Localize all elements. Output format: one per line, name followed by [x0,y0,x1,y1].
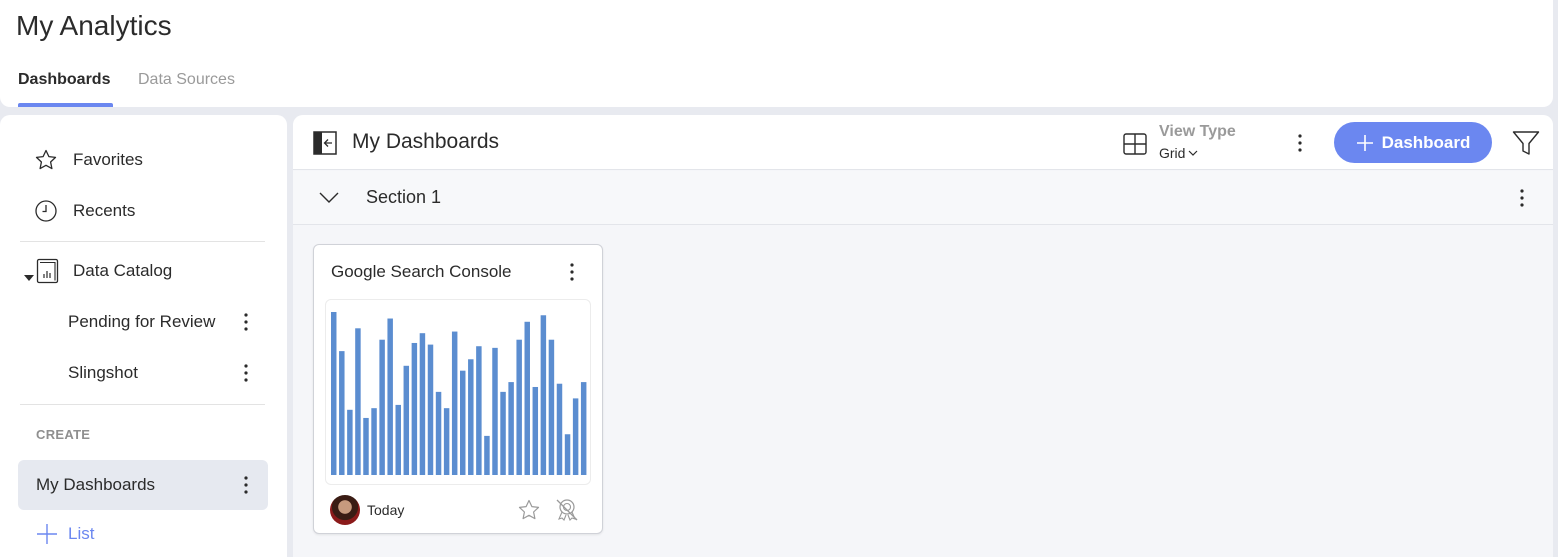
chart-bar [435,391,442,475]
active-tab-indicator [18,103,113,107]
chart-bar [379,339,385,475]
sidebar-item-my-dashboards[interactable]: My Dashboards [18,460,268,510]
filter-icon[interactable] [1512,130,1540,161]
uncertified-icon[interactable] [554,497,580,528]
collapse-sidebar-icon[interactable] [313,131,337,160]
chart-bar [443,408,450,475]
dashboard-card-title: Google Search Console [331,262,512,281]
chart-bar [484,435,490,475]
chart-bar [500,391,506,475]
card-more-options-icon[interactable] [562,260,582,284]
chart-bar [395,404,401,475]
sidebar-item-label: Pending for Review [68,312,216,331]
more-options-icon[interactable] [236,473,256,497]
tab-dashboards[interactable]: Dashboards [18,71,110,89]
chart-bar [460,370,466,475]
grid-view-icon[interactable] [1123,133,1147,160]
plus-icon [37,524,57,544]
chart-bar [411,342,418,475]
chart-bar [572,398,579,475]
chart-bar [580,382,587,475]
sidebar-item-label: Favorites [73,150,143,169]
chart-bar [451,331,458,475]
chart-bar [347,409,353,475]
page-title: My Dashboards [352,130,500,153]
more-options-icon[interactable] [236,310,256,334]
divider [20,404,265,405]
main-header: My Dashboards View Type Grid Dashboard [293,115,1553,170]
section-title: Section 1 [366,187,442,207]
dashboard-date: Today [367,502,405,518]
sidebar-item-pending-for-review[interactable]: Pending for Review [0,302,287,342]
dashboard-thumbnail [325,299,591,485]
clock-icon [34,199,58,223]
main-panel: My Dashboards View Type Grid Dashboard S… [293,115,1553,557]
caret-down-icon[interactable] [24,267,34,287]
data-catalog-icon [36,258,60,284]
sidebar-item-favorites[interactable]: Favorites [0,140,287,180]
add-dashboard-button[interactable]: Dashboard [1334,122,1492,163]
chart-bar [339,351,345,475]
sidebar-item-label: Slingshot [68,363,138,382]
chart-bar [387,318,393,475]
add-list-button[interactable]: List [36,523,94,545]
chart-bar [524,321,530,475]
more-options-icon[interactable] [236,361,256,385]
sidebar-item-label: Recents [73,201,136,220]
add-list-label: List [68,524,95,543]
tab-data-sources[interactable]: Data Sources [138,71,235,89]
app-title: My Analytics [16,10,172,41]
chart-bar [556,383,563,475]
chart-bar [403,365,410,475]
sidebar-item-slingshot[interactable]: Slingshot [0,353,287,393]
add-dashboard-label: Dashboard [1381,132,1471,152]
sidebar: Favorites Recents Data Catalog Pending f… [0,115,287,557]
chart-bar [492,347,498,475]
chart-bar [532,386,539,475]
chart-bar [564,434,571,475]
sidebar-item-label: Data Catalog [73,261,173,280]
chart-bar [468,359,474,475]
divider [20,241,265,242]
chart-bar [419,333,426,475]
section-more-options-icon[interactable] [1512,186,1532,210]
chart-bar [363,417,369,475]
chart-bar [508,382,514,475]
favorite-star-icon[interactable] [517,498,541,527]
avatar [330,495,360,525]
chart-bar [540,315,547,475]
view-type-dropdown[interactable]: Grid [1159,145,1198,161]
chart-bar [371,408,377,475]
top-bar: My Analytics Dashboards Data Sources [0,0,1553,107]
create-heading: CREATE [36,427,91,442]
chart-bar [548,339,555,475]
sidebar-item-recents[interactable]: Recents [0,191,287,231]
plus-icon [1356,134,1373,151]
view-type-value: Grid [1159,145,1186,161]
chart-bar [476,346,482,475]
sidebar-item-data-catalog[interactable]: Data Catalog [0,251,287,291]
bar-chart [331,312,587,475]
view-type-label: View Type [1159,123,1236,140]
chevron-down-icon [1189,150,1198,156]
star-icon [34,148,58,172]
chart-bar [355,328,361,475]
chart-bar [331,312,337,475]
section-header: Section 1 [293,171,1553,225]
dashboard-card[interactable]: Google Search Console Today [313,244,603,534]
chart-bar [516,339,522,475]
chevron-down-icon[interactable] [319,191,339,209]
sidebar-item-label: My Dashboards [36,475,156,494]
chart-bar [427,344,434,475]
more-options-icon[interactable] [1290,131,1310,155]
